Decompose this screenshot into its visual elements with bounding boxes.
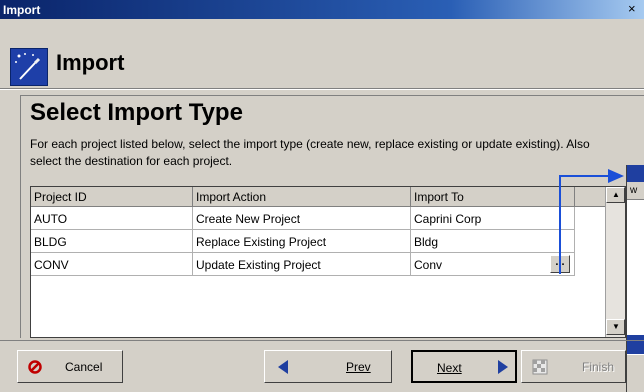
button-bar-divider: [0, 340, 644, 341]
overlay-title-bar: [627, 165, 644, 182]
overlay-selection-bar: [627, 335, 644, 354]
cancel-label: Cancel: [65, 360, 103, 374]
overlapping-window: w: [626, 165, 644, 392]
prev-button[interactable]: Prev: [264, 350, 392, 383]
cancel-icon: [28, 360, 42, 374]
finish-button[interactable]: Finish: [521, 350, 626, 383]
import-dialog: Import × Import Select Import Type For e…: [0, 0, 644, 392]
next-button[interactable]: Next: [411, 350, 517, 383]
overlay-partial-text: w: [630, 185, 638, 196]
prev-label: Prev: [346, 360, 371, 374]
arrow-left-icon: [278, 360, 288, 374]
finish-label: Finish: [582, 360, 615, 374]
overlay-footer: [627, 355, 644, 392]
checkered-flag-icon: [532, 359, 548, 375]
arrow-right-icon: [498, 360, 508, 374]
next-label: Next: [437, 361, 462, 375]
cancel-button[interactable]: Cancel: [17, 350, 123, 383]
callout-arrow: [559, 169, 624, 274]
